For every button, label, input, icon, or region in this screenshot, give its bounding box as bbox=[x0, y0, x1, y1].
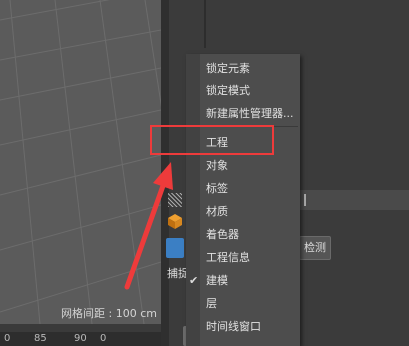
cube-icon[interactable] bbox=[166, 212, 184, 230]
menu-item-new-attribute-manager[interactable]: 新建属性管理器... bbox=[186, 103, 300, 125]
panel-divider[interactable] bbox=[161, 0, 169, 346]
right-panel-tab[interactable] bbox=[300, 190, 409, 210]
timeline-tick: 0 bbox=[100, 333, 107, 344]
grid-spacing-label: 网格间距 : 100 cm bbox=[61, 307, 157, 320]
timeline-tick: 90 bbox=[74, 333, 87, 344]
panel-separator bbox=[204, 0, 206, 48]
menu-item-label: 工程信息 bbox=[206, 251, 250, 264]
timeline-tick: 85 bbox=[34, 333, 47, 344]
timeline-ruler[interactable]: 0 85 90 0 bbox=[0, 332, 180, 346]
menu-item-label: 材质 bbox=[206, 205, 228, 218]
menu-item-modeling[interactable]: ✔ 建模 bbox=[186, 270, 300, 292]
menu-item-material[interactable]: 材质 bbox=[186, 201, 300, 223]
blue-toggle-button[interactable] bbox=[166, 238, 184, 258]
menu-item-timeline-window[interactable]: 时间线窗口 bbox=[186, 316, 300, 338]
menu-item-label: 时间线窗口 bbox=[206, 320, 261, 333]
menu-item-label: 锁定模式 bbox=[206, 84, 250, 97]
menu-item-tag[interactable]: 标签 bbox=[186, 178, 300, 200]
menu-item-label: 建模 bbox=[206, 274, 228, 287]
detect-button[interactable]: 检测 bbox=[299, 236, 331, 260]
menu-item-label: 标签 bbox=[206, 182, 228, 195]
menu-item-project-info[interactable]: 工程信息 bbox=[186, 247, 300, 269]
context-menu: 锁定元素 锁定模式 新建属性管理器... 工程 对象 标签 材质 着色器 工程信… bbox=[186, 54, 300, 346]
timeline-tick: 0 bbox=[4, 333, 11, 344]
menu-item-object[interactable]: 对象 bbox=[186, 155, 300, 177]
annotation-highlight-box bbox=[150, 125, 274, 155]
3d-viewport[interactable]: 网格间距 : 100 cm bbox=[0, 0, 161, 324]
menu-item-label: 着色器 bbox=[206, 228, 239, 241]
menu-item-layer[interactable]: 层 bbox=[186, 293, 300, 315]
menu-item-lock-mode[interactable]: 锁定模式 bbox=[186, 80, 300, 102]
menu-item-label: 锁定元素 bbox=[206, 62, 250, 75]
menu-item-label: 层 bbox=[206, 297, 217, 310]
checkmark-icon: ✔ bbox=[189, 274, 199, 287]
tab-marker bbox=[304, 194, 306, 206]
menu-item-label: 对象 bbox=[206, 159, 228, 172]
menu-item-lock-element[interactable]: 锁定元素 bbox=[186, 58, 300, 80]
hatch-pattern-icon[interactable] bbox=[168, 193, 182, 207]
menu-item-label: 新建属性管理器... bbox=[206, 107, 294, 120]
viewport-grid bbox=[0, 0, 161, 324]
menu-item-shader[interactable]: 着色器 bbox=[186, 224, 300, 246]
